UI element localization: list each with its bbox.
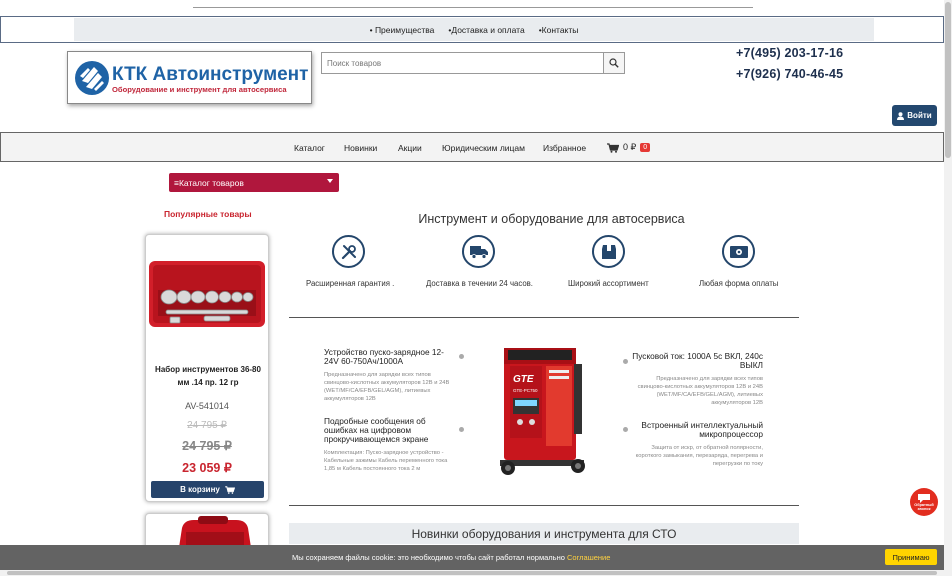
phone-number-1[interactable]: +7(495) 203-17-16 — [736, 46, 843, 60]
spec-item-start-current: Пусковой ток: 1000А 5с ВКЛ, 240с ВЫКЛ Пр… — [629, 352, 763, 407]
truck-icon — [469, 245, 488, 259]
cookie-message: Мы сохраняем файлы cookie: это необходим… — [292, 553, 610, 562]
callback-label-line2: звонок — [917, 507, 931, 511]
vertical-scrollbar-thumb[interactable] — [945, 2, 951, 158]
product-sku: AV-541014 — [185, 401, 229, 411]
login-button[interactable]: Войти — [892, 105, 937, 126]
logo-title: КТК Автоинструмент — [112, 64, 309, 85]
cookie-banner: Мы сохраняем файлы cookie: это необходим… — [0, 545, 944, 570]
product-old-price: 24 795 ₽ — [182, 439, 232, 453]
site-logo[interactable]: КТК Автоинструмент Оборудование и инстру… — [67, 51, 312, 104]
page-heading: Инструмент и оборудование для автосервис… — [418, 212, 685, 226]
nav-legal-entities[interactable]: Юридическим лицам — [442, 143, 525, 153]
product-card[interactable]: Набор инструментов 36-80 мм .14 пр. 12 г… — [145, 234, 269, 502]
product-old-price-faded: 24 795 ₽ — [187, 420, 227, 431]
chat-bubble-icon — [918, 494, 930, 503]
bullet-dot — [623, 359, 628, 364]
device-model-label: GTE-PC750 — [513, 388, 538, 393]
nav-link-advantages[interactable]: • Преимущества — [366, 25, 439, 35]
nav-catalog[interactable]: Каталог — [294, 143, 325, 153]
assortment-feature-icon — [592, 235, 625, 268]
charger-device-image: GTE GTE-PC750 — [500, 348, 585, 475]
box-icon — [601, 244, 616, 259]
payment-feature-icon — [722, 235, 755, 268]
add-to-cart-button[interactable]: В корзину — [151, 481, 264, 498]
catalog-dropdown-button[interactable]: ≡Каталог товаров — [169, 173, 339, 192]
spec-title: Пусковой ток: 1000А 5с ВКЛ, 240с ВЫКЛ — [632, 351, 763, 370]
cart-icon — [225, 485, 235, 494]
product-price: 23 059 ₽ — [182, 461, 232, 475]
spec-title: Устройство пуско-зарядное 12-24V 60-750А… — [324, 347, 444, 366]
cart-icon — [607, 142, 619, 153]
nav-new[interactable]: Новинки — [344, 143, 377, 153]
product-name[interactable]: Набор инструментов 36-80 мм .14 пр. 12 г… — [150, 363, 266, 389]
spec-title: Встроенный интеллектуальный микропроцесс… — [641, 420, 763, 439]
cookie-agreement-link[interactable]: Соглашение — [567, 553, 610, 562]
feature-label-assortment: Широкий ассортимент — [568, 279, 649, 288]
bullet-dot — [459, 354, 464, 359]
top-divider — [193, 7, 753, 8]
cookie-accept-button[interactable]: Принимаю — [885, 549, 937, 565]
search-input[interactable] — [322, 53, 603, 73]
spec-title: Подробные сообщения об ошибках на цифров… — [324, 416, 429, 444]
spec-description: Предназначено для зарядки всех типов сви… — [637, 376, 763, 406]
callback-button[interactable]: Обратный звонок — [910, 488, 938, 516]
spec-item-charger: Устройство пуско-зарядное 12-24V 60-750А… — [324, 348, 458, 403]
add-to-cart-label: В корзину — [180, 485, 220, 494]
nav-sales[interactable]: Акции — [398, 143, 422, 153]
horizontal-scrollbar-thumb[interactable] — [7, 571, 937, 575]
catalog-dropdown-label: ≡Каталог товаров — [174, 177, 244, 188]
product-image — [149, 261, 265, 327]
feature-label-payment: Любая форма оплаты — [699, 279, 779, 288]
phone-number-2[interactable]: +7(926) 740-46-45 — [736, 67, 843, 81]
bullet-dot — [459, 427, 464, 432]
popular-products-title: Популярные товары — [164, 209, 252, 219]
device-brand-label: GTE — [513, 374, 534, 385]
feature-label-delivery: Доставка в течении 24 часов. — [426, 279, 533, 288]
cart-count-badge: 0 — [640, 143, 651, 152]
spec-description: Предназначено для зарядки всех типов сви… — [324, 372, 450, 402]
delivery-feature-icon — [462, 235, 495, 268]
spec-description: Защита от искр, от обратной полярности, … — [635, 445, 763, 467]
spec-item-microprocessor: Встроенный интеллектуальный микропроцесс… — [629, 421, 763, 468]
login-label: Войти — [907, 111, 932, 120]
search-icon — [609, 58, 619, 68]
search-bar — [321, 52, 625, 74]
spec-description: Комплектация: Пуско-зарядное устройство … — [324, 450, 448, 472]
feature-label-warranty: Расширенная гарантия . — [306, 279, 395, 288]
cart-button[interactable]: 0 ₽ 0 — [607, 142, 651, 153]
bullet-dot — [623, 427, 628, 432]
cookie-text: Мы сохраняем файлы cookie: это необходим… — [292, 553, 565, 562]
warranty-feature-icon — [332, 235, 365, 268]
main-navigation: Каталог Новинки Акции Юридическим лицам … — [0, 132, 944, 162]
vertical-scrollbar[interactable] — [944, 0, 952, 576]
money-icon — [729, 245, 748, 258]
top-navigation-links: • Преимущества •Доставка и оплата •Конта… — [74, 18, 874, 41]
cart-total: 0 ₽ — [623, 142, 637, 152]
chevron-down-icon — [327, 179, 333, 183]
horizontal-scrollbar[interactable] — [0, 570, 944, 576]
logo-emblem-icon — [75, 61, 109, 95]
section-divider — [289, 505, 799, 506]
search-button[interactable] — [603, 53, 624, 73]
new-products-section-title: Новинки оборудования и инструмента для С… — [289, 523, 799, 544]
logo-subtitle: Оборудование и инструмент для автосервис… — [112, 85, 287, 94]
nav-link-delivery[interactable]: •Доставка и оплата — [444, 25, 528, 35]
nav-favorites[interactable]: Избранное — [543, 143, 586, 153]
spec-item-display: Подробные сообщения об ошибках на цифров… — [324, 417, 458, 473]
top-navigation: • Преимущества •Доставка и оплата •Конта… — [0, 16, 944, 43]
nav-link-contacts[interactable]: •Контакты — [535, 25, 583, 35]
tools-icon — [341, 244, 356, 259]
user-icon — [897, 111, 905, 120]
section-divider — [289, 317, 799, 318]
